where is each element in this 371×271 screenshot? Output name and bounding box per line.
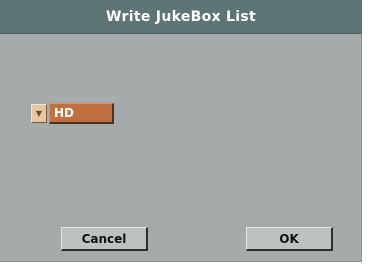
ok-button[interactable]: OK bbox=[246, 227, 333, 251]
destination-value-field[interactable]: HD bbox=[49, 103, 114, 124]
write-jukebox-dialog: Write JukeBox List ▼ HD Cancel OK bbox=[0, 0, 362, 262]
cancel-button[interactable]: Cancel bbox=[61, 227, 148, 251]
dialog-title: Write JukeBox List bbox=[106, 8, 256, 25]
dialog-titlebar: Write JukeBox List bbox=[0, 0, 362, 34]
chevron-down-icon[interactable]: ▼ bbox=[31, 104, 47, 123]
destination-selector[interactable]: ▼ HD bbox=[31, 103, 114, 124]
destination-value: HD bbox=[54, 106, 75, 120]
